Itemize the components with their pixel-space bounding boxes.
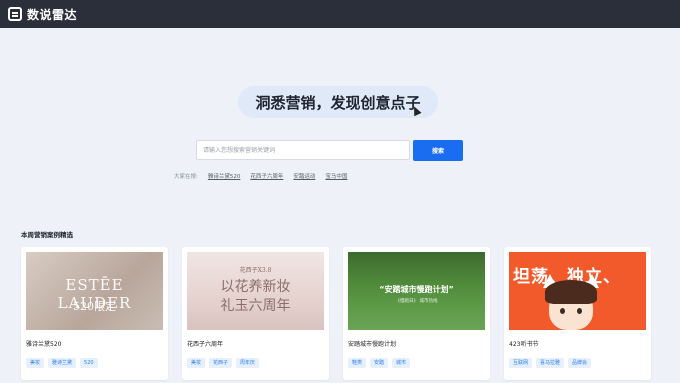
case-card[interactable]: ESTĒE LAUDER 520限定 雅诗兰黛520 美妆 雅诗兰黛 520 [21,247,168,380]
thumbnail-text: “安踏城市慢跑计划” [379,285,454,294]
thumbnail-text: 礼玉六周年 [220,298,291,314]
tag[interactable]: 雅诗兰黛 [48,358,77,368]
hero-title: 洞悉营销，发现创意点子 [238,86,438,118]
thumbnail-text: 520限定 [73,300,116,313]
tag-list: 鞋类 安踏 城市 [348,358,411,368]
tag[interactable]: 安踏 [370,358,389,368]
section-title: 本周营销案例精选 [21,231,73,239]
tag-list: 美妆 花西子 周年庆 [187,358,260,368]
logo-text[interactable]: 数说雷达 [27,6,77,23]
tag[interactable]: 城市 [392,358,411,368]
thumbnail-text: 以花养新妆 [220,279,291,295]
hot-keyword[interactable]: 安踏运动 [293,172,315,180]
cartoon-hair-icon [545,280,597,304]
case-card[interactable]: 花西子X3.8 以花养新妆 礼玉六周年 花西子六周年 美妆 花西子 周年庆 [182,247,329,380]
hot-searches: 大家在搜: 雅诗兰黛520 花西子六周年 安踏运动 宝马中国 [174,171,347,181]
tag-list: 美妆 雅诗兰黛 520 [26,358,98,368]
tag[interactable]: 520 [80,358,98,368]
case-thumbnail[interactable]: ESTĒE LAUDER 520限定 [26,252,163,330]
tag[interactable]: 美妆 [187,358,206,368]
thumbnail-text: 花西子X3.8 [239,267,272,274]
eye-icon [577,308,582,314]
tag[interactable]: 品牌会 [568,358,592,368]
case-title[interactable]: 安踏城市慢跑计划 [348,339,396,348]
search-button[interactable]: 搜索 [413,140,463,161]
case-card[interactable]: 坦荡、独立、 423听书节 互联网 喜马拉雅 品牌会 [504,247,651,380]
top-navigation-bar: 数说雷达 [0,0,680,28]
tag[interactable]: 互联网 [509,358,533,368]
tag[interactable]: 喜马拉雅 [536,358,565,368]
hot-keyword[interactable]: 雅诗兰黛520 [208,172,241,180]
tag-list: 互联网 喜马拉雅 品牌会 [509,358,592,368]
logo-icon[interactable] [8,7,22,21]
case-title[interactable]: 423听书节 [509,339,538,348]
tag[interactable]: 周年庆 [236,358,260,368]
eye-icon [560,308,565,314]
thumbnail-text: 《慢跑日》 城市热线 [395,299,438,304]
case-thumbnail[interactable]: 花西子X3.8 以花养新妆 礼玉六周年 [187,252,324,330]
case-card[interactable]: “安踏城市慢跑计划” 《慢跑日》 城市热线 安踏城市慢跑计划 鞋类 安踏 城市 [343,247,490,380]
hot-keyword[interactable]: 宝马中国 [325,172,347,180]
tag[interactable]: 鞋类 [348,358,367,368]
case-title[interactable]: 花西子六周年 [187,339,223,348]
case-thumbnail[interactable]: 坦荡、独立、 [509,252,646,330]
search-input[interactable] [196,140,410,160]
tag[interactable]: 美妆 [26,358,45,368]
case-thumbnail[interactable]: “安踏城市慢跑计划” 《慢跑日》 城市热线 [348,252,485,330]
hot-keyword[interactable]: 花西子六周年 [250,172,283,180]
tag[interactable]: 花西子 [209,358,233,368]
case-title[interactable]: 雅诗兰黛520 [26,339,61,348]
hot-searches-label: 大家在搜: [174,174,198,180]
